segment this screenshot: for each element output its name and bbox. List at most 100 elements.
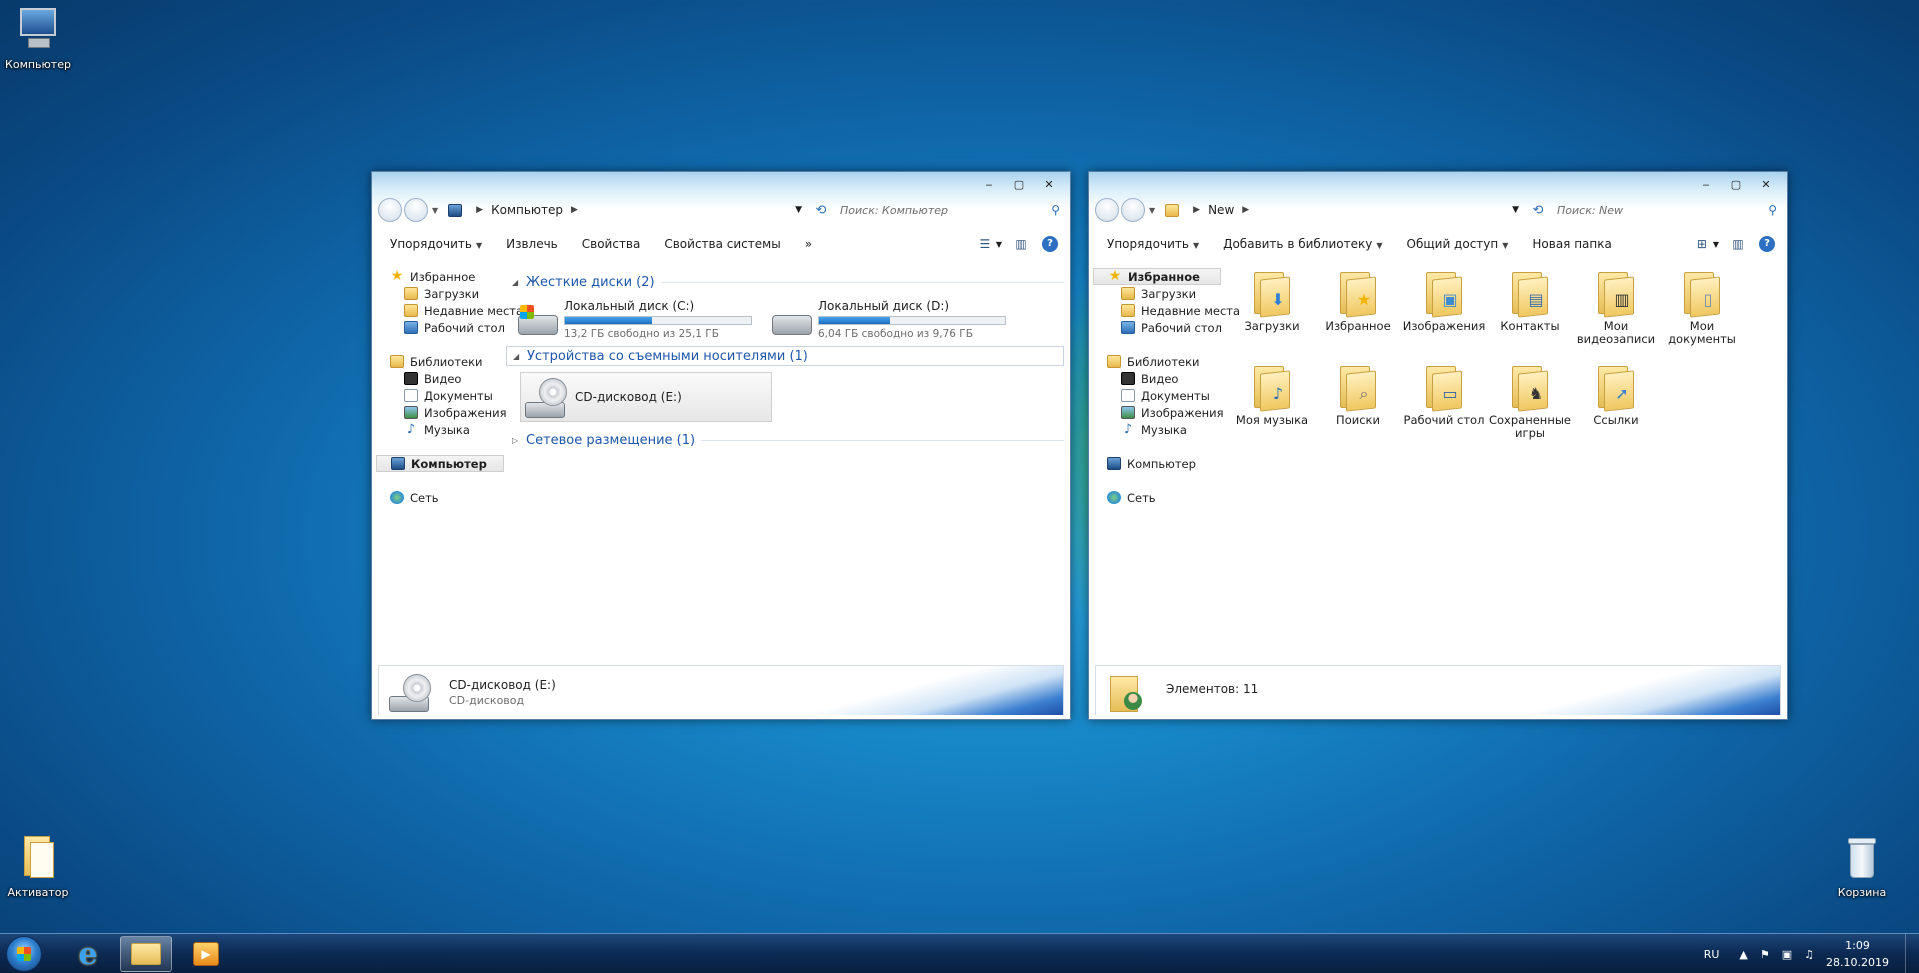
drive-d[interactable]: Локальный диск (D:) 6,04 ГБ свободно из … (772, 296, 1026, 342)
folder-item[interactable]: ♪ Моя музыка (1229, 364, 1315, 458)
drive-c[interactable]: Локальный диск (C:) 13,2 ГБ свободно из … (518, 296, 772, 342)
folder-item[interactable]: ▣ Изображения (1401, 270, 1487, 364)
recent-pages-dropdown-icon[interactable]: ▼ (432, 206, 438, 215)
chevron-right-icon[interactable]: ▶ (571, 205, 578, 215)
minimize-button[interactable]: ‒ (974, 176, 1004, 194)
new-folder-button[interactable]: Новая папка (1520, 237, 1623, 251)
address-crumb[interactable]: Компьютер (491, 203, 563, 217)
chevron-right-icon[interactable]: ▶ (476, 205, 483, 215)
nav-recent[interactable]: Недавние места (376, 302, 523, 319)
language-indicator[interactable]: RU (1704, 948, 1720, 961)
refresh-icon[interactable]: ⟲ (1527, 203, 1549, 218)
nav-libraries[interactable]: Библиотеки (376, 353, 504, 370)
forward-button[interactable] (1121, 198, 1145, 222)
address-bar[interactable]: ▶ Компьютер ▶ ▼ (444, 199, 810, 221)
add-to-library-button[interactable]: Добавить в библиотеку ▼ (1211, 237, 1394, 251)
network-tray-icon[interactable]: ▣ (1782, 948, 1792, 961)
address-dropdown-icon[interactable]: ▼ (795, 205, 802, 215)
collapse-icon[interactable]: ◢ (512, 278, 520, 287)
eject-button[interactable]: Извлечь (494, 237, 570, 251)
preview-pane-icon[interactable]: ▥ (1010, 234, 1032, 254)
preview-pane-icon[interactable]: ▥ (1727, 234, 1749, 254)
desktop-icon-activator[interactable]: Активатор (0, 834, 78, 899)
taskbar-media-player[interactable]: ▶ (180, 936, 232, 972)
address-dropdown-icon[interactable]: ▼ (1512, 205, 1519, 215)
desktop-icon-computer[interactable]: Компьютер (0, 6, 78, 71)
nav-desktop[interactable]: Рабочий стол (376, 319, 505, 336)
start-button[interactable] (6, 936, 42, 972)
chevron-right-icon[interactable]: ▶ (1242, 205, 1249, 215)
folder-item[interactable]: ▭ Рабочий стол (1401, 364, 1487, 458)
back-button[interactable] (1095, 198, 1119, 222)
nav-music[interactable]: ♪ Музыка (376, 421, 504, 438)
forward-button[interactable] (404, 198, 428, 222)
nav-libraries[interactable]: Библиотеки (1093, 353, 1221, 370)
search-input[interactable]: Поиск: Компьютер ⚲ (832, 199, 1064, 221)
close-button[interactable]: ✕ (1751, 176, 1781, 194)
organize-button[interactable]: Упорядочить ▼ (1095, 237, 1211, 251)
change-view-icon[interactable]: ⊞ (1691, 234, 1713, 254)
clock[interactable]: 1:09 28.10.2019 (1826, 937, 1889, 971)
minimize-button[interactable]: ‒ (1691, 176, 1721, 194)
maximize-button[interactable]: ▢ (1004, 176, 1034, 194)
nav-video[interactable]: Видео (1093, 370, 1221, 387)
nav-recent[interactable]: Недавние места (1093, 302, 1240, 319)
nav-images[interactable]: Изображения (1093, 404, 1224, 421)
nav-computer[interactable]: Компьютер (376, 455, 504, 472)
folder-item[interactable]: ⬇ Загрузки (1229, 270, 1315, 364)
volume-icon[interactable]: ♫ (1804, 948, 1814, 961)
back-button[interactable] (378, 198, 402, 222)
folder-item[interactable]: ▯ Мои документы (1659, 270, 1745, 364)
nav-downloads[interactable]: Загрузки (1093, 285, 1221, 302)
close-button[interactable]: ✕ (1034, 176, 1064, 194)
desktop-icon-recycle-bin[interactable]: Корзина (1822, 834, 1902, 899)
taskbar-internet-explorer[interactable]: e (62, 936, 114, 972)
group-header-removable[interactable]: ◢ Устройства со съемными носителями (1) (506, 346, 1064, 366)
nav-network[interactable]: Сеть (376, 489, 504, 506)
chevron-down-icon[interactable]: ▼ (996, 240, 1002, 249)
cd-drive-e[interactable]: CD-дисковод (E:) (520, 372, 772, 422)
address-bar[interactable]: ▶ New ▶ ▼ (1161, 199, 1527, 221)
refresh-icon[interactable]: ⟲ (810, 203, 832, 218)
nav-music[interactable]: ♪ Музыка (1093, 421, 1221, 438)
nav-favorites[interactable]: ★ Избранное (376, 268, 504, 285)
action-center-flag-icon[interactable]: ⚑ (1760, 948, 1770, 961)
system-properties-button[interactable]: Свойства системы (652, 237, 792, 251)
nav-favorites[interactable]: ★ Избранное (1093, 268, 1221, 285)
help-icon[interactable]: ? (1759, 236, 1775, 252)
chevron-right-icon[interactable]: ▶ (1193, 205, 1200, 215)
group-header-network[interactable]: ▷ Сетевое размещение (1) (512, 430, 1064, 450)
show-hidden-icons-icon[interactable]: ▲ (1739, 948, 1747, 961)
nav-desktop[interactable]: Рабочий стол (1093, 319, 1222, 336)
organize-button[interactable]: Упорядочить ▼ (378, 237, 494, 251)
folder-item[interactable]: ♞ Сохраненные игры (1487, 364, 1573, 458)
nav-downloads[interactable]: Загрузки (376, 285, 504, 302)
expand-icon[interactable]: ▷ (512, 436, 520, 445)
nav-images[interactable]: Изображения (376, 404, 507, 421)
help-icon[interactable]: ? (1042, 236, 1058, 252)
chevron-down-icon[interactable]: ▼ (1713, 240, 1719, 249)
collapse-icon[interactable]: ◢ (513, 352, 521, 361)
share-button[interactable]: Общий доступ ▼ (1395, 237, 1521, 251)
nav-network[interactable]: Сеть (1093, 489, 1221, 506)
show-desktop-button[interactable] (1905, 934, 1919, 973)
taskbar-explorer[interactable] (120, 936, 172, 972)
search-icon[interactable]: ⚲ (1768, 203, 1777, 217)
folder-item[interactable]: ★ Избранное (1315, 270, 1401, 364)
group-header-hdd[interactable]: ◢ Жесткие диски (2) (512, 272, 1064, 292)
change-view-icon[interactable]: ☰ (974, 234, 996, 254)
more-commands-button[interactable]: » (793, 237, 824, 251)
nav-documents[interactable]: Документы (1093, 387, 1221, 404)
search-icon[interactable]: ⚲ (1051, 203, 1060, 217)
nav-video[interactable]: Видео (376, 370, 504, 387)
folder-item[interactable]: ▥ Мои видеозаписи (1573, 270, 1659, 364)
folder-item[interactable]: ▤ Контакты (1487, 270, 1573, 364)
properties-button[interactable]: Свойства (570, 237, 653, 251)
nav-computer[interactable]: Компьютер (1093, 455, 1221, 472)
folder-item[interactable]: ➚ Ссылки (1573, 364, 1659, 458)
nav-documents[interactable]: Документы (376, 387, 504, 404)
folder-item[interactable]: ⌕ Поиски (1315, 364, 1401, 458)
address-crumb[interactable]: New (1208, 203, 1234, 217)
search-input[interactable]: Поиск: New ⚲ (1549, 199, 1781, 221)
maximize-button[interactable]: ▢ (1721, 176, 1751, 194)
